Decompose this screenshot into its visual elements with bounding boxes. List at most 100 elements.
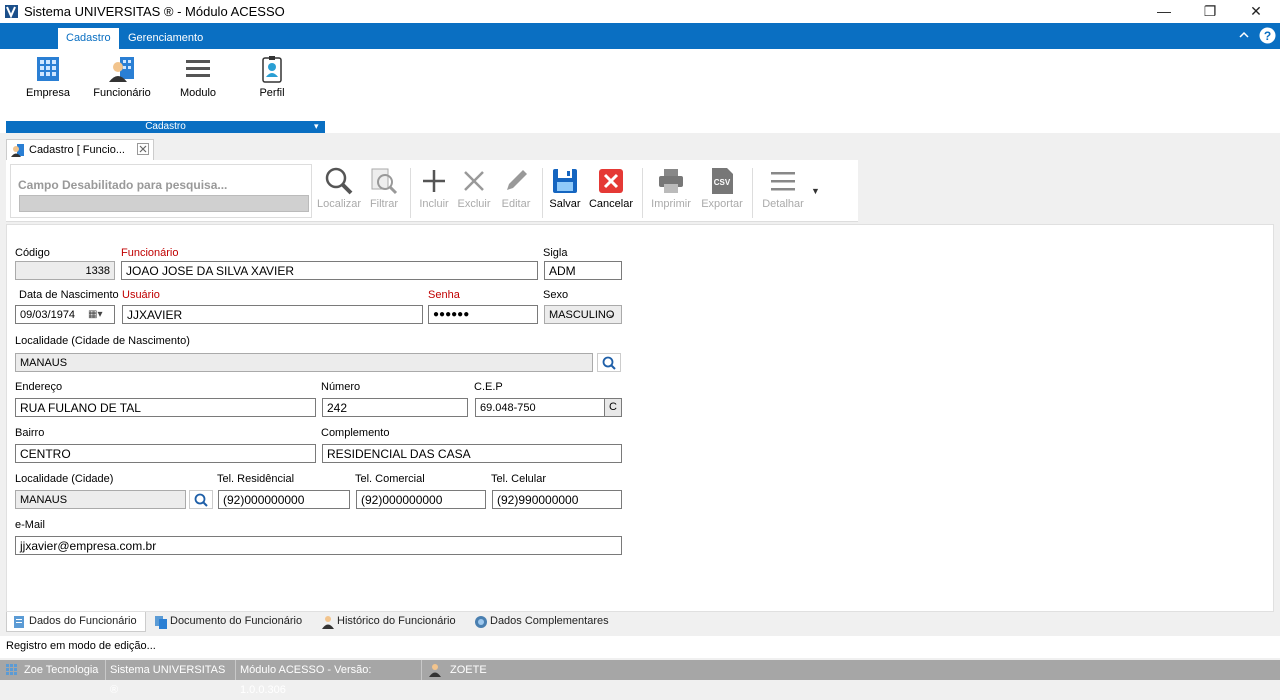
sigla-label: Sigla	[543, 247, 568, 259]
svg-text:CSV: CSV	[714, 178, 731, 187]
menu-lines-icon	[186, 60, 210, 77]
status-bar: Zoe Tecnologia Sistema UNIVERSITAS ® Mód…	[0, 660, 1280, 696]
help-icon[interactable]: ?	[1259, 27, 1276, 44]
localidade-search-button[interactable]	[189, 490, 213, 509]
separator	[752, 168, 753, 218]
complemento-field[interactable]: RESIDENCIAL DAS CASA	[322, 444, 622, 463]
status-version: Módulo ACESSO - Versão: 1.0.0.306	[236, 660, 422, 696]
endereco-field[interactable]: RUA FULANO DE TAL	[15, 398, 316, 417]
sigla-field[interactable]: ADM	[544, 261, 622, 280]
svg-text:?: ?	[1264, 29, 1271, 43]
numero-field[interactable]: 242	[322, 398, 468, 417]
tel-cel-field[interactable]: (92)990000000	[492, 490, 622, 509]
empresa-label: Empresa	[25, 87, 71, 99]
detalhar-dropdown-icon[interactable]: ▼	[811, 186, 820, 196]
perfil-label: Perfil	[259, 87, 285, 99]
status-message: Registro em modo de edição...	[0, 636, 1280, 658]
sexo-select[interactable]: MASCULINO ⌄	[544, 305, 622, 324]
calendar-dropdown-icon[interactable]: ▦▾	[88, 307, 102, 323]
excluir-button[interactable]: Excluir	[454, 166, 494, 210]
nascimento-field[interactable]: 09/03/1974 ▦▾	[15, 305, 115, 324]
tab-cadastro[interactable]: Cadastro	[58, 28, 119, 49]
close-tab-icon[interactable]	[137, 143, 149, 155]
tel-com-label: Tel. Comercial	[355, 473, 425, 485]
x-icon	[464, 171, 484, 191]
form-section-tabs: Dados do Funcionário Documento do Funcio…	[6, 612, 1274, 632]
grid-icon	[6, 664, 17, 675]
employee-form: Código 1338 Funcionário JOAO JOSE DA SIL…	[6, 224, 1274, 612]
separator	[642, 168, 643, 218]
employee-icon	[109, 57, 134, 82]
usuario-label: Usuário	[122, 289, 160, 301]
doc-tab-cadastro[interactable]: Cadastro [ Funcio...	[6, 139, 154, 160]
app-logo-icon	[5, 5, 18, 19]
close-window-button[interactable]: ✕	[1233, 0, 1279, 23]
csv-file-icon: CSV	[712, 168, 733, 194]
collapse-ribbon-icon[interactable]	[1238, 30, 1250, 40]
codigo-field: 1338	[15, 261, 115, 280]
bairro-field[interactable]: CENTRO	[15, 444, 316, 463]
documents-icon	[155, 616, 167, 629]
perfil-button[interactable]: Perfil	[236, 55, 308, 107]
search-icon	[194, 493, 208, 507]
email-label: e-Mail	[15, 519, 45, 531]
editar-button[interactable]: Editar	[496, 166, 536, 210]
salvar-button[interactable]: Salvar	[544, 166, 586, 210]
tab-gerenciamento[interactable]: Gerenciamento	[120, 28, 211, 49]
tel-res-field[interactable]: (92)000000000	[218, 490, 350, 509]
senha-field[interactable]: ●●●●●●	[428, 305, 538, 324]
search-input[interactable]	[19, 195, 309, 212]
cep-lookup-button[interactable]: C	[604, 398, 622, 417]
senha-label: Senha	[428, 289, 460, 301]
restore-button[interactable]: ❐	[1187, 0, 1233, 23]
modulo-button[interactable]: Modulo	[162, 55, 234, 107]
search-panel: Campo Desabilitado para pesquisa...	[10, 164, 312, 218]
list-icon	[771, 172, 795, 191]
localidade-nasc-search-button[interactable]	[597, 353, 621, 372]
funcionario-field[interactable]: JOAO JOSE DA SILVA XAVIER	[121, 261, 538, 280]
profile-badge-icon	[262, 56, 282, 83]
tel-com-field[interactable]: (92)000000000	[356, 490, 486, 509]
cep-field[interactable]: 69.048-750	[475, 398, 605, 417]
funcionario-button[interactable]: Funcionário	[86, 55, 158, 107]
tab-dados-funcionario[interactable]: Dados do Funcionário	[6, 612, 146, 632]
cancelar-button[interactable]: Cancelar	[586, 166, 636, 210]
localidade-field: MANAUS	[15, 490, 186, 509]
complemento-label: Complemento	[321, 427, 390, 439]
tab-dados-complementares[interactable]: Dados Complementares	[468, 612, 615, 632]
filtrar-button[interactable]: Filtrar	[364, 166, 404, 210]
cep-label: C.E.P	[474, 381, 503, 393]
tel-cel-label: Tel. Celular	[491, 473, 547, 485]
codigo-label: Código	[15, 247, 50, 259]
document-icon	[14, 616, 24, 628]
empresa-button[interactable]: Empresa	[12, 55, 84, 107]
minimize-button[interactable]: —	[1141, 0, 1187, 23]
doc-tab-label: Cadastro [ Funcio...	[29, 144, 125, 156]
status-company: Zoe Tecnologia	[20, 660, 106, 680]
incluir-button[interactable]: Incluir	[414, 166, 454, 210]
document-tab-bar: Cadastro [ Funcio...	[0, 133, 1280, 160]
user-icon	[322, 616, 334, 629]
tab-documento-funcionario[interactable]: Documento do Funcionário	[148, 612, 308, 632]
separator	[542, 168, 543, 218]
group-options-icon[interactable]: ▾	[314, 121, 319, 132]
search-icon	[602, 356, 616, 370]
info-circle-icon	[475, 616, 487, 628]
localizar-button[interactable]: Localizar	[316, 166, 362, 210]
numero-label: Número	[321, 381, 361, 393]
sexo-label: Sexo	[543, 289, 569, 301]
search-placeholder: Campo Desabilitado para pesquisa...	[18, 178, 228, 192]
email-field[interactable]: jjxavier@empresa.com.br	[15, 536, 622, 555]
localidade-nasc-field: MANAUS	[15, 353, 593, 372]
usuario-field[interactable]: JJXAVIER	[122, 305, 423, 324]
imprimir-button[interactable]: Imprimir	[646, 166, 696, 210]
chevron-down-icon: ⌄	[607, 309, 616, 320]
detalhar-button[interactable]: Detalhar	[758, 166, 808, 210]
localidade-nasc-label: Localidade (Cidade de Nascimento)	[15, 335, 190, 347]
tab-historico-funcionario[interactable]: Histórico do Funcionário	[315, 612, 462, 632]
ribbon-tab-bar: Cadastro Gerenciamento ?	[0, 23, 1280, 49]
exportar-button[interactable]: CSV Exportar	[698, 166, 746, 210]
user-icon	[429, 664, 441, 677]
localidade-label: Localidade (Cidade)	[15, 473, 114, 485]
modulo-label: Modulo	[179, 87, 217, 99]
